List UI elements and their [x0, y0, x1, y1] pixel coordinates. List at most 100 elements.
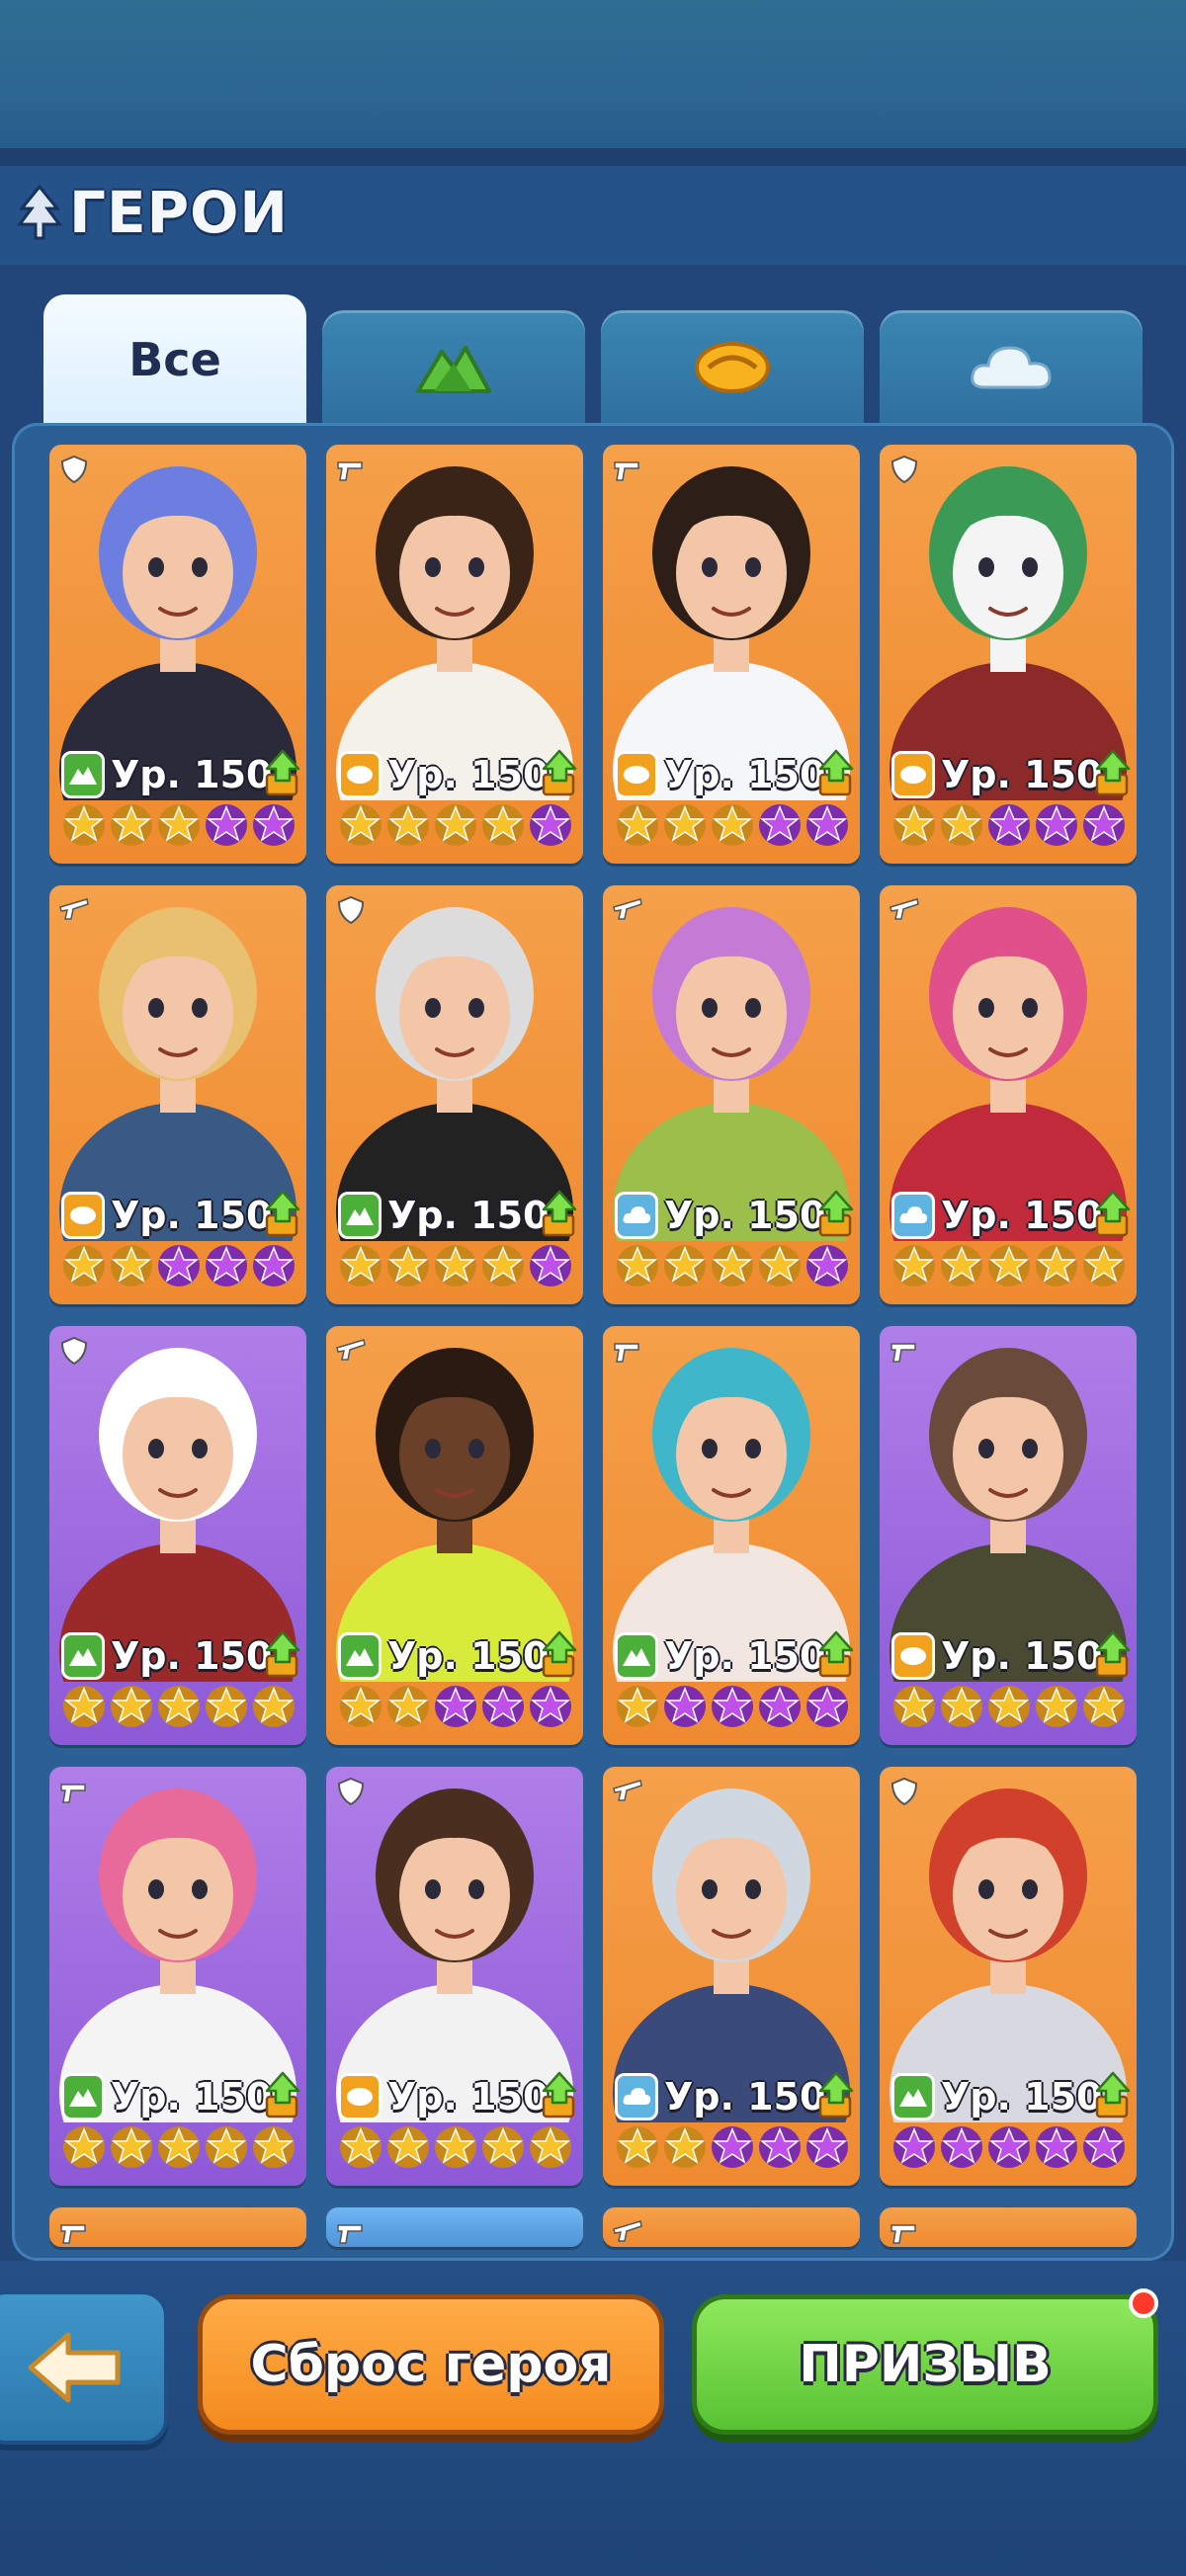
- upgrade-arrow-icon: [1095, 749, 1131, 796]
- hero-level: Ур. 150: [387, 1194, 550, 1237]
- purple-star-icon: [435, 1686, 476, 1727]
- hero-card[interactable]: Ур. 150: [603, 1767, 860, 2186]
- hero-portrait-cap-mechanic: [613, 1788, 850, 2122]
- hero-list-panel: Ур. 150 Ур. 150 Ур. 150 Ур. 150 Ур. 150 Ур. 1…: [12, 423, 1174, 2261]
- tab-all[interactable]: Все: [43, 294, 306, 425]
- hero-card[interactable]: Ур. 150: [49, 1767, 306, 2186]
- mountain-icon: [416, 346, 491, 393]
- gold-star-icon: [617, 804, 658, 846]
- star-rating: [61, 802, 298, 850]
- star-rating: [338, 1684, 575, 1731]
- hero-card[interactable]: Ур. 150: [603, 885, 860, 1304]
- hero-card[interactable]: Ур. 150: [880, 1326, 1137, 1745]
- hero-card[interactable]: Ур. 150: [49, 885, 306, 1304]
- level-row: Ур. 150: [338, 749, 577, 800]
- hero-level: Ур. 150: [941, 1194, 1103, 1237]
- hero-card[interactable]: Ур. 150: [326, 445, 583, 864]
- level-row: Ур. 150: [615, 1190, 854, 1241]
- purple-star-icon: [988, 804, 1030, 846]
- back-button[interactable]: [0, 2290, 168, 2445]
- purple-star-icon: [206, 804, 247, 846]
- hero-card[interactable]: Ур. 150: [49, 445, 306, 864]
- gold-star-icon: [893, 1686, 935, 1727]
- level-row: Ур. 150: [891, 1190, 1131, 1241]
- upgrade-arrow-icon: [542, 1630, 577, 1678]
- hero-card[interactable]: Ур. 150: [603, 1326, 860, 1745]
- upgrade-arrow-icon: [1095, 1630, 1131, 1678]
- gold-star-icon: [340, 2126, 381, 2168]
- hero-grid: Ур. 150 Ур. 150 Ур. 150 Ур. 150 Ур. 150 Ур. 1…: [49, 445, 1156, 2261]
- reset-hero-button[interactable]: Сброс героя: [198, 2294, 664, 2435]
- hero-level: Ур. 150: [664, 1634, 826, 1678]
- page-title: ГЕРОИ: [16, 178, 289, 247]
- hero-card-partial[interactable]: [49, 2207, 306, 2247]
- sun-faction-badge: [338, 2073, 381, 2120]
- hero-portrait-joker: [890, 466, 1127, 800]
- hero-card-partial[interactable]: [603, 2207, 860, 2247]
- hero-level: Ур. 150: [111, 1634, 273, 1678]
- purple-star-icon: [941, 2126, 982, 2168]
- tab-mountain[interactable]: [322, 310, 585, 425]
- gold-star-icon: [253, 2126, 295, 2168]
- purple-star-icon: [759, 804, 801, 846]
- gun-icon: [890, 1343, 916, 1363]
- summon-button[interactable]: ПРИЗЫВ: [692, 2294, 1158, 2435]
- cloud-icon: [623, 1206, 651, 1223]
- star-rating: [615, 1243, 852, 1290]
- level-row: Ур. 150: [615, 1630, 854, 1682]
- hero-portrait-pink-twintails: [890, 907, 1127, 1241]
- purple-star-icon: [1083, 804, 1125, 846]
- gold-star-icon: [340, 1245, 381, 1287]
- level-row: Ур. 150: [61, 1190, 300, 1241]
- purple-star-icon: [530, 1245, 571, 1287]
- hero-card[interactable]: Ур. 150: [326, 885, 583, 1304]
- rifle-icon: [613, 1780, 642, 1801]
- sun-icon: [900, 766, 926, 784]
- rifle-icon: [890, 898, 919, 920]
- gold-star-icon: [988, 1245, 1030, 1287]
- hero-level: Ур. 150: [387, 2075, 550, 2119]
- mountain-icon: [69, 1648, 97, 1666]
- purple-star-icon: [988, 2126, 1030, 2168]
- gold-star-icon: [111, 1245, 152, 1287]
- hero-card-partial[interactable]: [326, 2207, 583, 2247]
- tab-cloud[interactable]: [880, 310, 1143, 425]
- cloud-icon: [899, 1206, 928, 1223]
- hero-card[interactable]: Ур. 150: [880, 1767, 1137, 2186]
- hero-card[interactable]: Ур. 150: [326, 1767, 583, 2186]
- top-bar: [0, 0, 1186, 168]
- hero-level: Ур. 150: [941, 753, 1103, 796]
- mountain-faction-badge: [61, 2073, 105, 2120]
- hero-card[interactable]: Ур. 150: [326, 1326, 583, 1745]
- hero-card[interactable]: Ур. 150: [880, 445, 1137, 864]
- sun-icon: [624, 766, 649, 784]
- gold-star-icon: [1083, 1245, 1125, 1287]
- upgrade-arrow-icon: [265, 749, 300, 796]
- hero-card[interactable]: Ур. 150: [49, 1326, 306, 1745]
- gold-star-icon: [941, 804, 982, 846]
- purple-star-icon: [893, 2126, 935, 2168]
- upgrade-arrow-icon: [542, 749, 577, 796]
- purple-star-icon: [1036, 2126, 1077, 2168]
- purple-star-icon: [712, 2126, 753, 2168]
- hero-card-partial[interactable]: [880, 2207, 1137, 2247]
- mountain-faction-badge: [338, 1192, 381, 1239]
- gold-star-icon: [530, 2126, 571, 2168]
- mountain-faction-badge: [61, 1632, 105, 1680]
- upgrade-arrow-icon: [818, 2071, 854, 2119]
- star-rating: [615, 2124, 852, 2172]
- gold-star-icon: [206, 1686, 247, 1727]
- hero-card[interactable]: Ур. 150: [603, 445, 860, 864]
- level-row: Ур. 150: [338, 1630, 577, 1682]
- upgrade-arrow-icon: [265, 1190, 300, 1237]
- hero-card[interactable]: Ур. 150: [880, 885, 1137, 1304]
- gold-star-icon: [664, 2126, 706, 2168]
- sun-icon: [695, 342, 770, 393]
- rifle-icon: [59, 898, 89, 920]
- purple-star-icon: [806, 804, 848, 846]
- gold-star-icon: [482, 2126, 524, 2168]
- level-row: Ур. 150: [61, 2071, 300, 2122]
- rifle-icon: [613, 898, 642, 920]
- tab-sun[interactable]: [601, 310, 864, 425]
- upgrade-arrow-icon: [542, 1190, 577, 1237]
